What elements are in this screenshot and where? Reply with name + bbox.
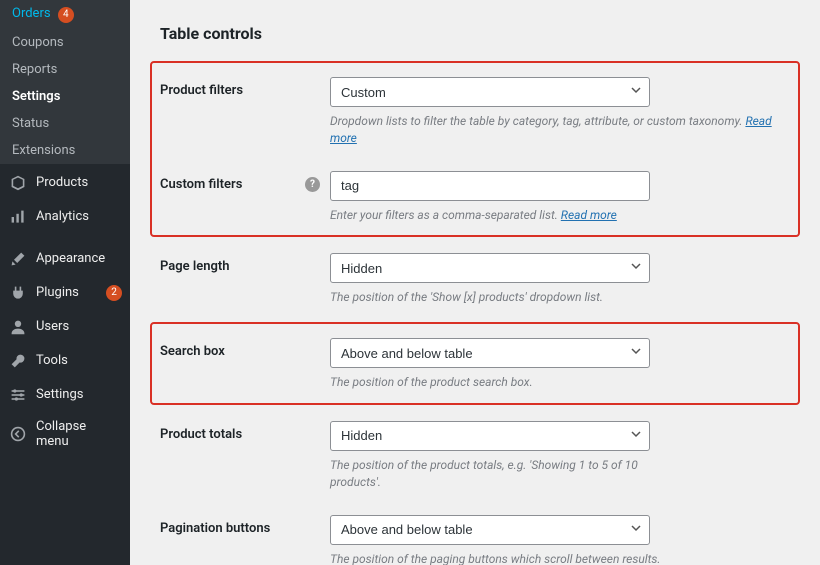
settings-content: Table controls Product filters Custom Dr… <box>130 0 820 565</box>
sidebar-sub-extensions[interactable]: Extensions <box>0 137 130 164</box>
sidebar-item-appearance[interactable]: Appearance <box>0 242 130 276</box>
select-product-filters[interactable]: Custom <box>330 77 650 107</box>
sidebar-item-tools[interactable]: Tools <box>0 344 130 378</box>
sidebar-sub-reports[interactable]: Reports <box>0 56 130 83</box>
sidebar-item-plugins[interactable]: Plugins 2 <box>0 276 130 310</box>
label-product-totals: Product totals <box>160 421 330 442</box>
sidebar-item-products[interactable]: Products <box>0 166 130 200</box>
input-custom-filters[interactable] <box>330 171 650 201</box>
row-custom-filters: Custom filters ? Enter your filters as a… <box>160 163 790 230</box>
sidebar-item-analytics[interactable]: Analytics <box>0 200 130 234</box>
sliders-icon <box>8 385 28 405</box>
sidebar-sub-coupons[interactable]: Coupons <box>0 29 130 56</box>
desc-pagination-buttons: The position of the paging buttons which… <box>330 551 690 565</box>
row-search-box: Search box Above and below table The pos… <box>160 330 790 397</box>
sidebar-sub-orders[interactable]: Orders 4 <box>0 0 130 29</box>
page-heading: Table controls <box>160 24 790 43</box>
label-search-box: Search box <box>160 338 330 359</box>
sidebar-item-collapse[interactable]: Collapse menu <box>0 412 130 456</box>
sidebar-main-menu: Products Analytics Appearance Plugins 2 … <box>0 164 130 456</box>
bars-icon <box>8 207 28 227</box>
row-page-length: Page length Hidden The position of the '… <box>160 245 790 322</box>
row-pagination-buttons: Pagination buttons Above and below table… <box>160 507 790 565</box>
desc-search-box: The position of the product search box. <box>330 374 690 391</box>
wrench-icon <box>8 351 28 371</box>
admin-sidebar: Orders 4 Coupons Reports Settings Status… <box>0 0 130 565</box>
sidebar-submenu: Orders 4 Coupons Reports Settings Status… <box>0 0 130 164</box>
desc-page-length: The position of the 'Show [x] products' … <box>330 289 690 306</box>
help-icon[interactable]: ? <box>305 177 320 192</box>
label-page-length: Page length <box>160 253 330 274</box>
select-product-totals[interactable]: Hidden <box>330 421 650 451</box>
sidebar-item-users[interactable]: Users <box>0 310 130 344</box>
plug-icon <box>8 283 28 303</box>
desc-custom-filters: Enter your filters as a comma-separated … <box>330 207 690 224</box>
row-product-filters: Product filters Custom Dropdown lists to… <box>160 69 790 163</box>
label-custom-filters: Custom filters ? <box>160 171 330 192</box>
badge-orders: 4 <box>58 7 74 23</box>
sidebar-item-settings[interactable]: Settings <box>0 378 130 412</box>
select-page-length[interactable]: Hidden <box>330 253 650 283</box>
desc-product-filters: Dropdown lists to filter the table by ca… <box>330 113 790 147</box>
sidebar-sub-settings[interactable]: Settings <box>0 83 130 110</box>
highlight-group-filters: Product filters Custom Dropdown lists to… <box>150 61 800 237</box>
link-read-more-custom-filters[interactable]: Read more <box>561 208 617 222</box>
highlight-group-search: Search box Above and below table The pos… <box>150 322 800 405</box>
desc-product-totals: The position of the product totals, e.g.… <box>330 457 690 491</box>
label-pagination-buttons: Pagination buttons <box>160 515 330 536</box>
select-pagination-buttons[interactable]: Above and below table <box>330 515 650 545</box>
row-product-totals: Product totals Hidden The position of th… <box>160 413 790 507</box>
cube-icon <box>8 173 28 193</box>
label-product-filters: Product filters <box>160 77 330 98</box>
collapse-icon <box>8 424 28 444</box>
sidebar-sub-label: Orders <box>12 6 51 21</box>
brush-icon <box>8 249 28 269</box>
user-icon <box>8 317 28 337</box>
select-search-box[interactable]: Above and below table <box>330 338 650 368</box>
sidebar-sub-status[interactable]: Status <box>0 110 130 137</box>
badge-plugins: 2 <box>106 285 122 301</box>
